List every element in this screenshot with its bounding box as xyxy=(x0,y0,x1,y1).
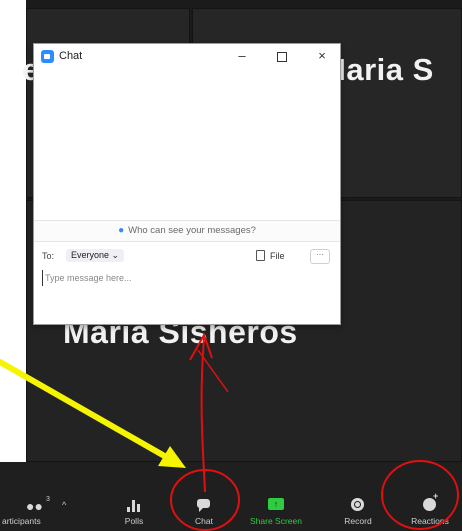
polls-label: Polls xyxy=(124,516,144,526)
record-icon xyxy=(351,498,364,511)
participants-button[interactable]: ●● 3 ^ articipants xyxy=(0,462,80,531)
minimize-button[interactable]: – xyxy=(230,46,254,66)
polls-icon xyxy=(127,500,141,512)
close-button[interactable]: × xyxy=(310,46,334,66)
participants-count: 3 xyxy=(46,496,50,503)
reactions-icon xyxy=(423,491,438,511)
chat-window: Chat – × ● Who can see your messages? To:… xyxy=(33,43,341,325)
to-label: To: xyxy=(42,251,55,261)
message-input[interactable] xyxy=(42,270,325,286)
recipient-dropdown[interactable]: Everyone ⌄ xyxy=(66,249,125,262)
maximize-icon xyxy=(277,52,287,62)
reactions-button[interactable]: Reactions xyxy=(398,462,462,531)
share-screen-button[interactable]: ↑ Share Screen xyxy=(244,462,308,531)
reactions-label: Reactions xyxy=(411,516,449,526)
recipient-row: To: Everyone ⌄ File ··· xyxy=(42,249,332,265)
chat-button[interactable]: Chat xyxy=(182,462,226,531)
participants-icon: ●● xyxy=(26,498,43,514)
zoom-logo-icon xyxy=(41,50,54,63)
file-label: File xyxy=(270,251,285,261)
who-can-see-link[interactable]: ● Who can see your messages? xyxy=(34,220,340,242)
people-icon: ● xyxy=(118,225,125,236)
file-icon xyxy=(256,250,265,261)
file-button[interactable]: File xyxy=(256,250,285,261)
maximize-button[interactable] xyxy=(270,46,294,66)
record-label: Record xyxy=(344,516,372,526)
chat-icon xyxy=(197,499,210,512)
share-screen-label: Share Screen xyxy=(250,516,302,526)
chat-titlebar[interactable]: Chat – × xyxy=(34,44,340,70)
record-button[interactable]: Record xyxy=(334,462,382,531)
meeting-toolbar: ●● 3 ^ articipants Polls Chat ↑ Share Sc… xyxy=(0,462,462,531)
chat-window-title: Chat xyxy=(59,50,83,62)
chat-label: Chat xyxy=(195,516,213,526)
polls-button[interactable]: Polls xyxy=(112,462,156,531)
share-screen-icon: ↑ xyxy=(268,498,284,510)
participants-label: articipants xyxy=(2,516,41,526)
participants-caret[interactable]: ^ xyxy=(62,500,66,510)
more-options-button[interactable]: ··· xyxy=(310,249,330,264)
who-can-see-text: Who can see your messages? xyxy=(128,225,256,236)
